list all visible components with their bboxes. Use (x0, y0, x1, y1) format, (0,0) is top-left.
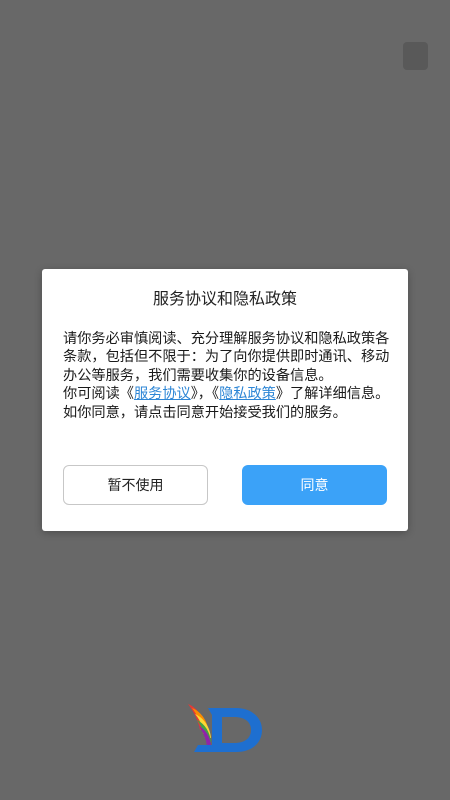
skip-square-icon[interactable] (403, 42, 428, 70)
paragraph-2-middle: 》，《 (190, 386, 220, 403)
privacy-dialog: 服务协议和隐私政策 请你务必审慎阅读、充分理解服务协议和隐私政策各条款，包括但不… (42, 269, 408, 531)
splash-screen: 服务协议和隐私政策 请你务必审慎阅读、充分理解服务协议和隐私政策各条款，包括但不… (0, 0, 450, 800)
dialog-paragraph-2: 你可阅读《服务协议》，《隐私政策》了解详细信息。如你同意，请点击同意开始接受我们… (63, 385, 393, 422)
dialog-title: 服务协议和隐私政策 (152, 289, 297, 308)
dialog-paragraph-1: 请你务必审慎阅读、充分理解服务协议和隐私政策各条款，包括但不限于：为了向你提供即… (63, 331, 390, 384)
privacy-policy-link[interactable]: 隐私政策 (219, 386, 276, 402)
decline-button[interactable]: 暂不使用 (63, 465, 208, 505)
app-logo-icon (188, 704, 262, 752)
service-agreement-link[interactable]: 服务协议 (134, 386, 191, 402)
dialog-body: 请你务必审慎阅读、充分理解服务协议和隐私政策各条款，包括但不限于：为了向你提供即… (63, 330, 393, 442)
paragraph-2-prefix: 你可阅读《 (63, 386, 134, 403)
agree-button[interactable]: 同意 (242, 465, 387, 505)
